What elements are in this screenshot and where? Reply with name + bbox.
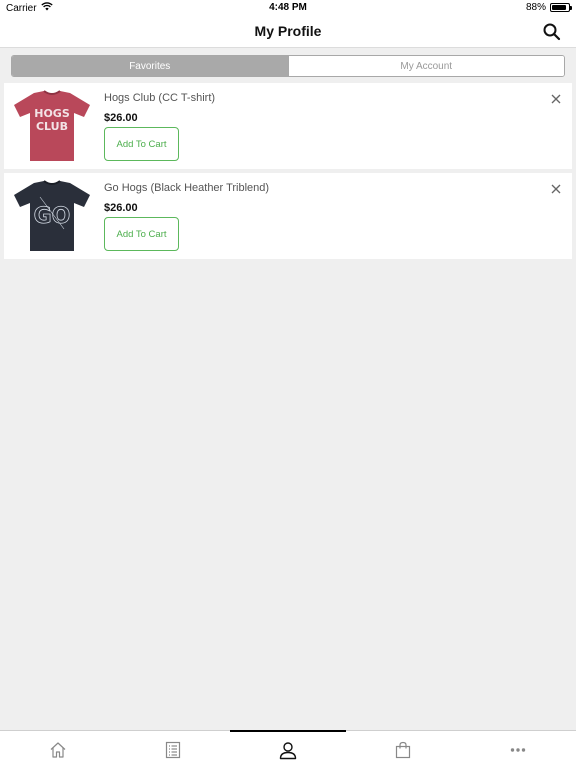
favorites-list: HOGS CLUB Hogs Club (CC T-shirt) $26.00 … [4,83,572,263]
battery-icon [550,3,572,12]
status-bar: Carrier 4:48 PM 88% [0,0,576,16]
product-price: $26.00 [104,202,138,214]
tab-profile[interactable] [230,730,346,768]
remove-favorite-button[interactable] [550,92,562,104]
add-to-cart-button[interactable]: Add To Cart [104,217,179,251]
add-to-cart-button[interactable]: Add To Cart [104,127,179,161]
profile-segmented-control: Favorites My Account [11,55,565,77]
product-image[interactable]: GO [12,179,92,253]
product-name[interactable]: Hogs Club (CC T-shirt) [104,92,215,104]
product-price: $26.00 [104,112,138,124]
status-time: 4:48 PM [269,2,307,13]
page-title: My Profile [254,23,322,39]
nav-bar: My Profile [0,16,576,48]
tab-catalog[interactable] [115,731,230,768]
svg-text:HOGS: HOGS [34,107,70,120]
profile-icon [279,741,297,759]
svg-text:GO: GO [34,204,71,229]
battery-group: 88% [525,2,572,13]
more-icon [511,747,526,752]
home-icon [50,741,66,758]
remove-favorite-button[interactable] [550,182,562,194]
tab-more[interactable] [461,731,576,768]
list-icon [165,741,180,758]
shopping-bag-icon [396,741,411,758]
list-item: GO Go Hogs (Black Heather Triblend) $26.… [4,173,572,259]
tab-favorites[interactable]: Favorites [12,56,288,76]
search-button[interactable] [542,22,562,42]
product-name[interactable]: Go Hogs (Black Heather Triblend) [104,182,269,194]
tab-home[interactable] [0,731,115,768]
close-icon [551,184,561,194]
battery-percent: 88% [525,2,546,13]
tab-my-account[interactable]: My Account [287,56,564,76]
close-icon [551,94,561,104]
list-item: HOGS CLUB Hogs Club (CC T-shirt) $26.00 … [4,83,572,169]
svg-text:CLUB: CLUB [36,120,68,133]
product-image[interactable]: HOGS CLUB [12,89,92,163]
tab-cart[interactable] [346,731,461,768]
search-icon [543,23,561,41]
bottom-tab-bar [0,730,576,768]
